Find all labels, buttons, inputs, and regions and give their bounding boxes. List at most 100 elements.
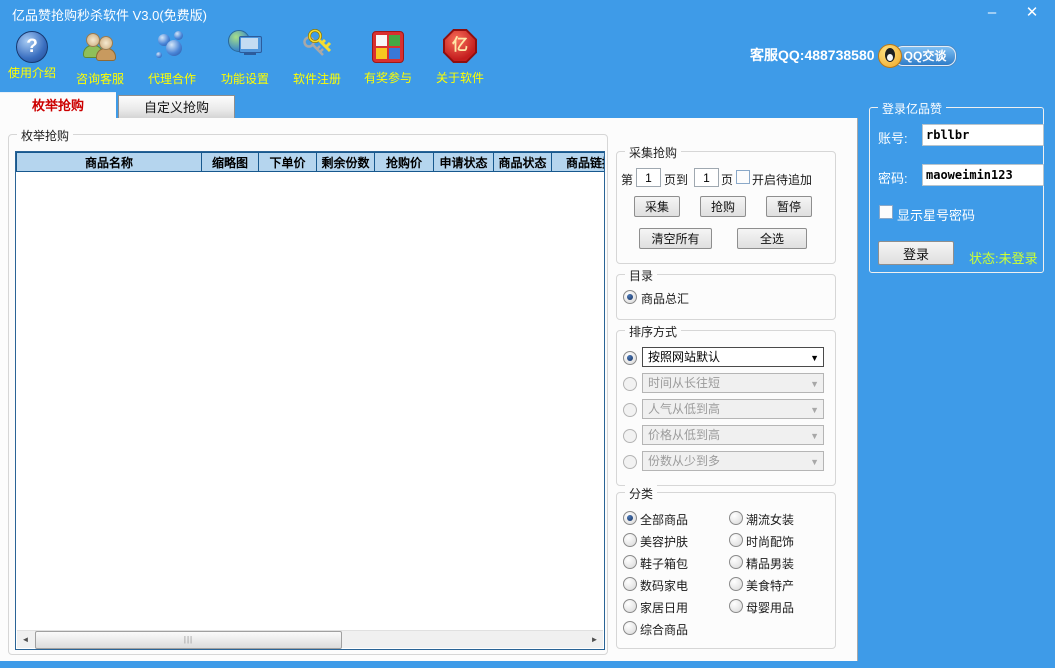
scroll-left-arrow-icon[interactable]: ◄ xyxy=(17,631,34,648)
minimize-button[interactable]: – xyxy=(977,2,1007,24)
column-header-remaining[interactable]: 剩余份数 xyxy=(317,152,375,172)
category-radio-label: 母婴用品 xyxy=(746,599,794,616)
title-bar: 亿品赞抢购秒杀软件 V3.0(免费版) – ✕ xyxy=(0,0,1055,26)
toolbar-item-register[interactable]: 软件注册 xyxy=(285,28,349,86)
toolbar-item-customer-service[interactable]: 咨询客服 xyxy=(68,28,132,86)
column-header-thumbnail[interactable]: 缩略图 xyxy=(202,152,259,172)
show-password-label: 显示星号密码 xyxy=(897,205,975,224)
append-checkbox[interactable] xyxy=(736,170,750,184)
main-panel: 枚举抢购 商品名称 缩略图 下单价 剩余份数 抢购价 申请状态 商品状态 商品链… xyxy=(0,118,858,661)
category-radio-label: 美容护肤 xyxy=(640,533,688,550)
category-radio-label: 家居日用 xyxy=(640,599,688,616)
column-header-buy-price[interactable]: 抢购价 xyxy=(375,152,434,172)
app-window: 亿品赞抢购秒杀软件 V3.0(免费版) – ✕ ? 使用介绍 咨询客服 代理合作… xyxy=(0,0,1055,668)
tab-enum-purchase[interactable]: 枚举抢购 xyxy=(0,92,116,119)
column-header-order-price[interactable]: 下单价 xyxy=(259,152,317,172)
sort-radio-site-default[interactable] xyxy=(623,351,637,365)
chevron-down-icon: ▼ xyxy=(810,374,819,393)
chevron-down-icon: ▼ xyxy=(810,348,819,367)
buy-button[interactable]: 抢购 xyxy=(700,196,746,217)
collect-button[interactable]: 采集 xyxy=(634,196,680,217)
page-prefix-label: 第 xyxy=(621,171,633,188)
category-radio-men-fashion[interactable] xyxy=(729,555,743,569)
password-input[interactable] xyxy=(922,164,1044,186)
sort-radio-popularity[interactable] xyxy=(623,403,637,417)
toolbar-item-reward[interactable]: 有奖参与 xyxy=(356,28,420,86)
toolbar-item-help[interactable]: ? 使用介绍 xyxy=(0,28,64,86)
scroll-right-arrow-icon[interactable]: ► xyxy=(586,631,603,648)
category-radio-beauty[interactable] xyxy=(623,533,637,547)
clear-all-button[interactable]: 清空所有 xyxy=(639,228,712,249)
category-radio-digital[interactable] xyxy=(623,577,637,591)
account-label: 账号: xyxy=(878,128,908,147)
category-radio-women-fashion[interactable] xyxy=(729,511,743,525)
toolbar-item-settings[interactable]: 功能设置 xyxy=(213,28,277,86)
sort-dropdown-value: 人气从低到高 xyxy=(648,402,720,416)
sort-dropdown-value: 按照网站默认 xyxy=(648,350,720,364)
customer-service-icon xyxy=(82,28,118,64)
category-groupbox: 分类 全部商品 潮流女装 美容护肤 时尚配饰 鞋子箱包 精品男装 数码家电 美食… xyxy=(616,492,836,649)
category-radio-food[interactable] xyxy=(729,577,743,591)
chevron-down-icon: ▼ xyxy=(810,400,819,419)
append-checkbox-label: 开启待追加 xyxy=(752,171,812,188)
category-radio-label: 鞋子箱包 xyxy=(640,555,688,572)
category-radio-household[interactable] xyxy=(623,599,637,613)
sort-radio-price[interactable] xyxy=(623,429,637,443)
account-input[interactable] xyxy=(922,124,1044,146)
page-to-input[interactable] xyxy=(694,168,719,187)
category-radio-label: 综合商品 xyxy=(640,621,688,638)
toolbar-item-label: 使用介绍 xyxy=(0,64,64,81)
qq-chat-label: QQ交谈 xyxy=(894,46,956,66)
category-radio-baby[interactable] xyxy=(729,599,743,613)
login-button[interactable]: 登录 xyxy=(878,241,954,265)
login-groupbox-title: 登录亿品赞 xyxy=(878,100,946,117)
page-from-input[interactable] xyxy=(636,168,661,187)
column-header-product-name[interactable]: 商品名称 xyxy=(16,152,202,172)
catalog-radio-all-products[interactable] xyxy=(623,290,637,304)
product-table: 商品名称 缩略图 下单价 剩余份数 抢购价 申请状态 商品状态 商品链接 ◄ |… xyxy=(15,151,605,650)
toolbar-item-about[interactable]: 亿 关于软件 xyxy=(428,28,492,86)
settings-icon xyxy=(227,28,263,64)
page-suffix-label: 页 xyxy=(721,171,733,188)
category-radio-label: 美食特产 xyxy=(746,577,794,594)
qq-chat-button[interactable]: QQ交谈 xyxy=(878,44,956,67)
sort-groupbox: 排序方式 按照网站默认 ▼ 时间从长往短 ▼ 人气从低到高 ▼ 价格从低到高 ▼ xyxy=(616,330,836,486)
sort-groupbox-title: 排序方式 xyxy=(625,323,681,340)
enum-groupbox-title: 枚举抢购 xyxy=(17,127,73,144)
sort-dropdown-popularity: 人气从低到高 ▼ xyxy=(642,399,824,419)
sort-radio-time[interactable] xyxy=(623,377,637,391)
scrollbar-thumb[interactable]: ||| xyxy=(35,631,342,649)
password-label: 密码: xyxy=(878,168,908,187)
help-icon: ? xyxy=(16,31,48,63)
column-header-product-link[interactable]: 商品链接 xyxy=(552,152,605,172)
category-radio-accessories[interactable] xyxy=(729,533,743,547)
tab-custom-purchase[interactable]: 自定义抢购 xyxy=(118,95,235,119)
category-radio-all[interactable] xyxy=(623,511,637,525)
sort-radio-shares[interactable] xyxy=(623,455,637,469)
category-radio-label: 时尚配饰 xyxy=(746,533,794,550)
about-icon: 亿 xyxy=(443,29,477,63)
category-radio-general[interactable] xyxy=(623,621,637,635)
product-table-header-row: 商品名称 缩略图 下单价 剩余份数 抢购价 申请状态 商品状态 商品链接 xyxy=(16,152,605,174)
sort-dropdown-shares: 份数从少到多 ▼ xyxy=(642,451,824,471)
category-radio-shoes-bags[interactable] xyxy=(623,555,637,569)
horizontal-scrollbar[interactable]: ◄ ||| ► xyxy=(17,630,603,648)
column-header-product-status[interactable]: 商品状态 xyxy=(494,152,552,172)
sort-dropdown-site-default[interactable]: 按照网站默认 ▼ xyxy=(642,347,824,367)
toolbar-item-agency[interactable]: 代理合作 xyxy=(140,28,204,86)
close-button[interactable]: ✕ xyxy=(1017,2,1047,24)
pause-button[interactable]: 暂停 xyxy=(766,196,812,217)
chevron-down-icon: ▼ xyxy=(810,452,819,471)
category-radio-label: 潮流女装 xyxy=(746,511,794,528)
sort-dropdown-value: 份数从少到多 xyxy=(648,454,720,468)
enum-purchase-groupbox: 枚举抢购 商品名称 缩略图 下单价 剩余份数 抢购价 申请状态 商品状态 商品链… xyxy=(8,134,608,655)
qq-penguin-icon xyxy=(878,44,902,68)
catalog-groupbox: 目录 商品总汇 xyxy=(616,274,836,320)
show-password-checkbox[interactable] xyxy=(879,205,893,219)
column-header-apply-status[interactable]: 申请状态 xyxy=(434,152,494,172)
select-all-button[interactable]: 全选 xyxy=(737,228,807,249)
category-radio-label: 全部商品 xyxy=(640,511,688,528)
toolbar-item-label: 软件注册 xyxy=(285,70,349,87)
reward-icon xyxy=(372,31,404,63)
window-title: 亿品赞抢购秒杀软件 V3.0(免费版) xyxy=(12,5,207,24)
